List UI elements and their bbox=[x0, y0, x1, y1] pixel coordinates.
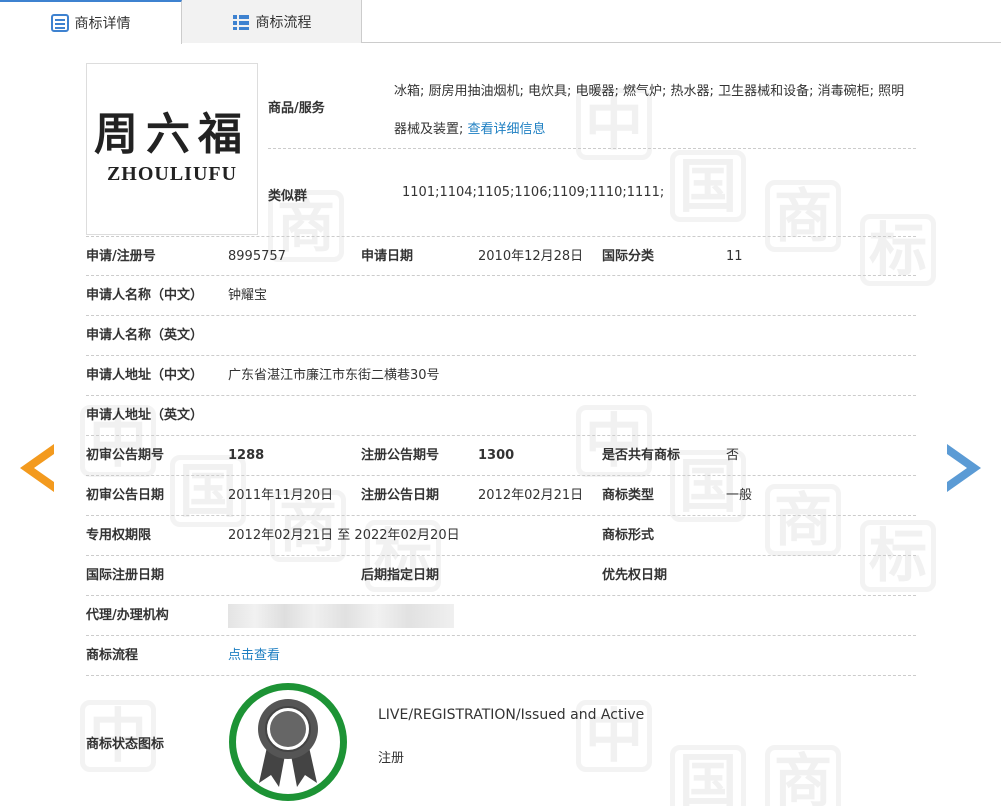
table-row: 商标流程 点击查看 bbox=[86, 636, 916, 676]
previous-arrow-icon[interactable] bbox=[20, 444, 54, 492]
agent-value-redacted bbox=[228, 604, 454, 628]
next-arrow-icon[interactable] bbox=[947, 444, 981, 492]
detail-table: 申请/注册号 8995757 申请日期 2010年12月28日 国际分类 11 … bbox=[86, 236, 916, 676]
status-english: LIVE/REGISTRATION/Issued and Active bbox=[378, 707, 645, 723]
status-chinese: 注册 bbox=[378, 751, 405, 766]
status-badge bbox=[229, 683, 347, 801]
similar-group-value: 1101;1104;1105;1106;1109;1110;1111; bbox=[402, 185, 665, 200]
trademark-logo-image: 周六福 ZHOULIUFU bbox=[86, 63, 258, 235]
international-class: 11 bbox=[726, 249, 743, 264]
status-section: 商标状态图标 LIVE/REGISTRATION/Issued and Acti… bbox=[86, 683, 916, 806]
table-row: 申请人名称（中文） 钟耀宝 bbox=[86, 276, 916, 316]
field-label: 申请人名称（中文） bbox=[86, 288, 204, 303]
applicant-address-cn: 广东省湛江市廉江市东街二横巷30号 bbox=[228, 368, 440, 383]
field-label: 是否共有商标 bbox=[602, 448, 681, 463]
goods-services-value: 冰箱; 厨房用抽油烟机; 电炊具; 电暖器; 燃气炉; 热水器; 卫生器械和设备… bbox=[394, 73, 914, 149]
application-date: 2010年12月28日 bbox=[478, 249, 584, 264]
field-label: 申请/注册号 bbox=[86, 249, 156, 264]
table-row: 申请人地址（英文） bbox=[86, 396, 916, 436]
view-details-link[interactable]: 查看详细信息 bbox=[468, 122, 546, 137]
grid-list-icon bbox=[232, 14, 249, 30]
shared-trademark-value: 否 bbox=[726, 448, 740, 463]
field-label: 初审公告期号 bbox=[86, 448, 165, 463]
field-label: 专用权期限 bbox=[86, 528, 152, 543]
logo-chinese-text: 周六福 bbox=[94, 108, 250, 160]
applicant-name-cn: 钟耀宝 bbox=[228, 288, 268, 303]
field-label: 优先权日期 bbox=[602, 568, 668, 583]
view-flow-link[interactable]: 点击查看 bbox=[228, 636, 280, 676]
table-row: 初审公告日期 2011年11月20日 注册公告日期 2012年02月21日 商标… bbox=[86, 476, 916, 516]
table-row: 申请/注册号 8995757 申请日期 2010年12月28日 国际分类 11 bbox=[86, 236, 916, 276]
goods-services-row: 商品/服务 冰箱; 厨房用抽油烟机; 电炊具; 电暖器; 燃气炉; 热水器; 卫… bbox=[268, 63, 916, 149]
award-ribbon-icon bbox=[258, 699, 318, 787]
table-row: 专用权期限 2012年02月21日 至 2022年02月20日 商标形式 bbox=[86, 516, 916, 556]
exclusive-right-period: 2012年02月21日 至 2022年02月20日 bbox=[228, 528, 460, 543]
similar-group-label: 类似群 bbox=[268, 189, 308, 204]
field-label: 申请人名称（英文） bbox=[86, 328, 204, 343]
field-label: 注册公告日期 bbox=[361, 488, 440, 503]
table-row: 代理/办理机构 bbox=[86, 596, 916, 636]
tab-label: 商标详情 bbox=[74, 16, 131, 32]
tab-bar: 商标详情 商标流程 bbox=[0, 0, 1001, 44]
field-label: 商标形式 bbox=[602, 528, 655, 543]
preliminary-announcement-date: 2011年11月20日 bbox=[228, 488, 334, 503]
registration-announcement-date: 2012年02月21日 bbox=[478, 488, 584, 503]
field-label: 国际注册日期 bbox=[86, 568, 165, 583]
goods-services-label: 商品/服务 bbox=[268, 101, 325, 116]
tab-label: 商标流程 bbox=[255, 14, 312, 31]
tab-trademark-details[interactable]: 商标详情 bbox=[0, 0, 182, 44]
field-label: 申请人地址（英文） bbox=[86, 408, 204, 423]
field-label: 申请人地址（中文） bbox=[86, 368, 204, 383]
similar-group-row: 类似群 1101;1104;1105;1106;1109;1110;1111; bbox=[268, 149, 916, 237]
field-label: 商标类型 bbox=[602, 488, 655, 503]
field-label: 注册公告期号 bbox=[361, 448, 440, 463]
status-icon-label: 商标状态图标 bbox=[86, 737, 165, 752]
doc-list-icon bbox=[50, 14, 69, 32]
table-row: 国际注册日期 后期指定日期 优先权日期 bbox=[86, 556, 916, 596]
trademark-type-value: 一般 bbox=[726, 488, 753, 503]
tab-trademark-flow[interactable]: 商标流程 bbox=[182, 0, 362, 43]
field-label: 代理/办理机构 bbox=[86, 608, 169, 623]
table-row: 申请人地址（中文） 广东省湛江市廉江市东街二横巷30号 bbox=[86, 356, 916, 396]
field-label: 商标流程 bbox=[86, 648, 139, 663]
field-label: 后期指定日期 bbox=[361, 568, 440, 583]
registration-number: 8995757 bbox=[228, 249, 286, 264]
table-row: 申请人名称（英文） bbox=[86, 316, 916, 356]
registration-announcement-number: 1300 bbox=[478, 448, 515, 463]
table-row: 初审公告期号 1288 注册公告期号 1300 是否共有商标 否 bbox=[86, 436, 916, 476]
preliminary-announcement-number: 1288 bbox=[228, 448, 265, 463]
field-label: 国际分类 bbox=[602, 249, 655, 264]
field-label: 申请日期 bbox=[361, 249, 414, 264]
field-label: 初审公告日期 bbox=[86, 488, 165, 503]
logo-english-text: ZHOULIUFU bbox=[106, 162, 238, 185]
